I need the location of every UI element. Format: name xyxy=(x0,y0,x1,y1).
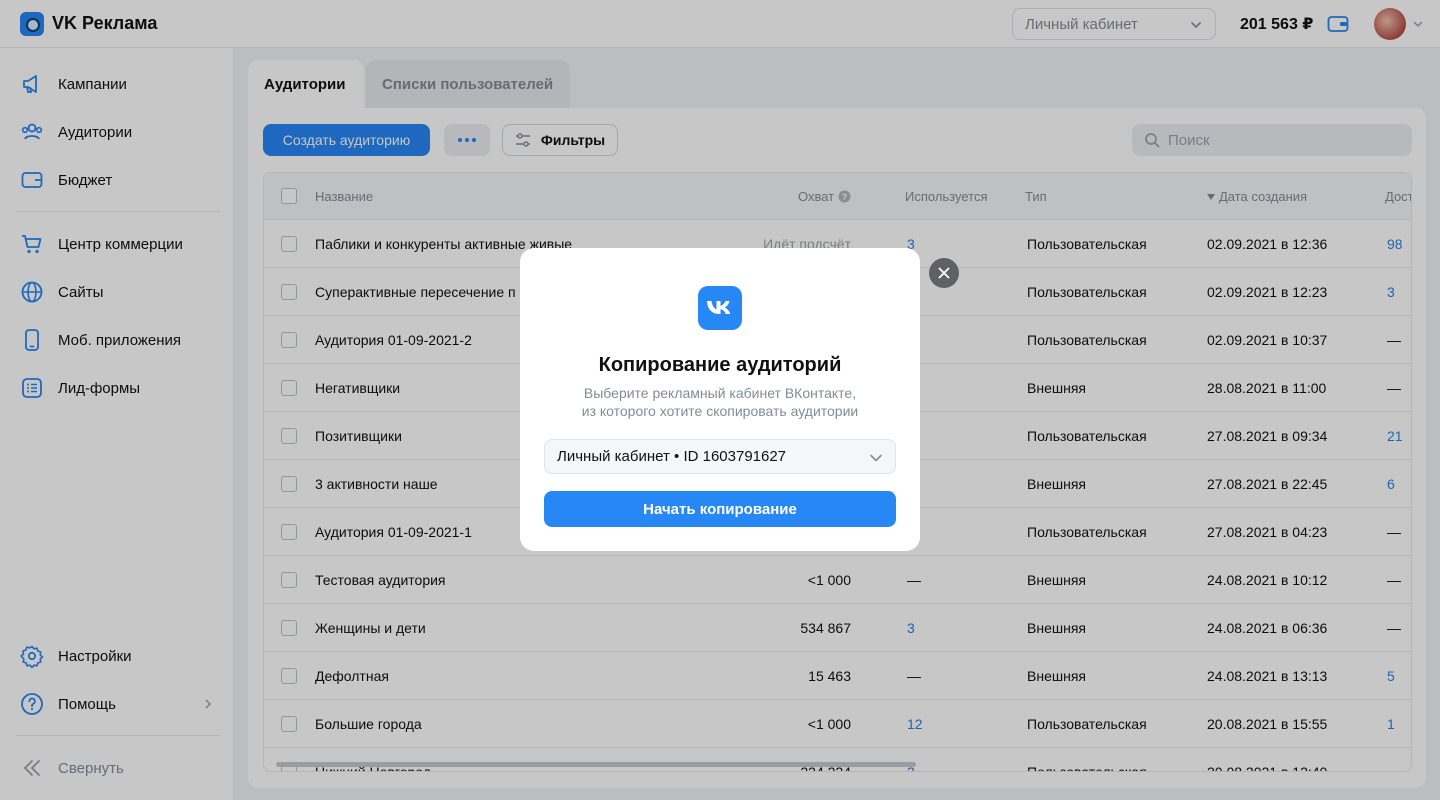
copy-audiences-modal: Копирование аудиторий Выберите рекламный… xyxy=(520,248,920,551)
modal-close-button[interactable] xyxy=(929,258,959,288)
vk-logo-icon xyxy=(698,286,742,330)
start-copy-button[interactable]: Начать копирование xyxy=(544,491,896,527)
cabinet-dropdown[interactable]: Личный кабинет • ID 1603791627 xyxy=(544,439,896,474)
modal-subtitle-line: из которого хотите скопировать аудитории xyxy=(581,403,859,419)
cabinet-dropdown-value: Личный кабинет • ID 1603791627 xyxy=(557,448,787,465)
close-icon xyxy=(938,267,950,279)
modal-title: Копирование аудиторий xyxy=(598,354,842,376)
modal-subtitle: Выберите рекламный кабинет ВКонтакте, из… xyxy=(520,384,920,420)
modal-subtitle-line: Выберите рекламный кабинет ВКонтакте, xyxy=(583,385,857,401)
chevron-down-icon xyxy=(870,454,882,462)
